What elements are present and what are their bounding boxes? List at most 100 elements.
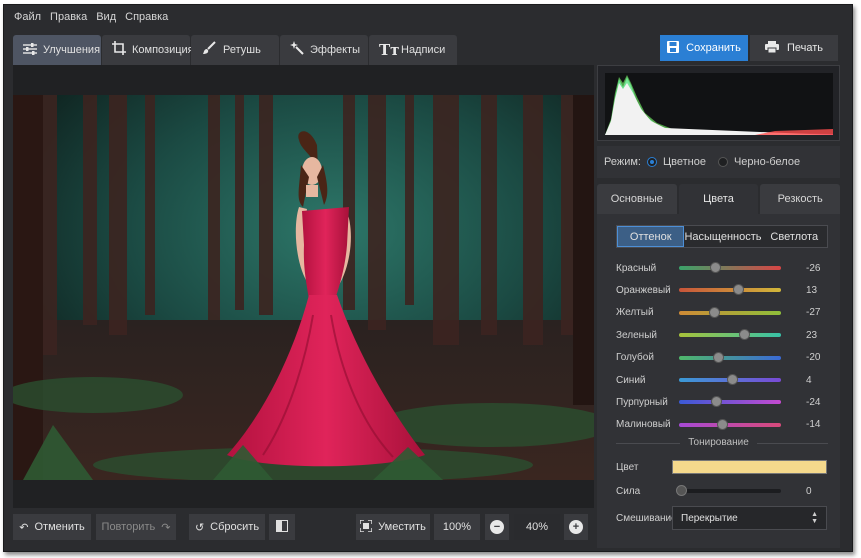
toning-color-swatch[interactable] bbox=[672, 460, 827, 474]
hue-slider-track[interactable] bbox=[679, 374, 781, 385]
blend-label: Смешивание bbox=[616, 512, 677, 524]
hue-slider-label: Пурпурный bbox=[616, 396, 668, 408]
tab-enhancements[interactable]: Улучшения bbox=[13, 35, 101, 65]
menu-edit[interactable]: Правка bbox=[50, 11, 87, 23]
text-icon: Tт bbox=[379, 41, 400, 59]
tab-colors[interactable]: Цвета bbox=[678, 184, 759, 214]
blend-value: Перекрытие bbox=[681, 512, 738, 524]
tab-sharpness[interactable]: Резкость bbox=[760, 184, 841, 214]
subtab-saturation[interactable]: Насыщенность bbox=[684, 226, 762, 247]
hue-slider-track[interactable] bbox=[679, 396, 781, 408]
hue-slider-track[interactable] bbox=[679, 284, 781, 296]
magic-wand-icon bbox=[290, 41, 304, 59]
hue-slider-track[interactable] bbox=[679, 329, 781, 341]
fit-button[interactable]: Уместить bbox=[356, 514, 430, 540]
hue-slider-value: -24 bbox=[806, 396, 821, 408]
hue-slider-knob[interactable] bbox=[709, 262, 721, 273]
tab-label: Надписи bbox=[401, 44, 446, 56]
print-button[interactable]: Печать bbox=[750, 35, 838, 61]
hue-slider-knob[interactable] bbox=[710, 396, 722, 408]
redo-icon: ↷ bbox=[161, 521, 171, 534]
subtab-lightness[interactable]: Светлота bbox=[761, 226, 827, 247]
hue-slider-label: Малиновый bbox=[616, 419, 671, 431]
subtab-hue[interactable]: Оттенок bbox=[617, 226, 685, 247]
radio-color[interactable] bbox=[646, 157, 657, 167]
bottom-toolbar: ↶ Отменить Повторить ↷ ↺ Сбросить Умести… bbox=[13, 511, 594, 545]
hue-slider-value: -27 bbox=[806, 307, 821, 319]
subtab-saturation-label: Насыщенность bbox=[684, 230, 762, 243]
toning-strength-value: 0 bbox=[806, 485, 812, 497]
toning-color-label: Цвет bbox=[616, 461, 639, 473]
radio-color-label[interactable]: Цветное bbox=[663, 156, 706, 168]
toning-title: Тонирование bbox=[597, 437, 840, 448]
tab-effects[interactable]: Эффекты bbox=[280, 35, 368, 65]
hue-slider-row: Зеленый 23 bbox=[616, 328, 828, 342]
hue-slider-row: Голубой -20 bbox=[616, 351, 828, 365]
radio-bw-label[interactable]: Черно-белое bbox=[734, 156, 800, 168]
hue-slider-value: -14 bbox=[806, 419, 821, 431]
hue-slider-row: Красный -26 bbox=[616, 261, 828, 275]
photo-image[interactable] bbox=[13, 95, 594, 480]
toning-strength-knob[interactable] bbox=[676, 485, 687, 496]
crop-icon bbox=[112, 41, 126, 59]
tab-sharpness-label: Резкость bbox=[777, 193, 823, 205]
hue-slider-value: 4 bbox=[806, 374, 812, 386]
hue-slider-knob[interactable] bbox=[739, 329, 751, 341]
tab-label: Эффекты bbox=[310, 44, 361, 56]
undo-button[interactable]: ↶ Отменить bbox=[13, 514, 91, 540]
adjustments-panel: Режим: Цветное Черно-белое Основные Цвет… bbox=[597, 65, 841, 548]
zoom-in-button[interactable]: + bbox=[564, 514, 588, 540]
hue-slider-row: Пурпурный -24 bbox=[616, 395, 828, 409]
hue-slider-label: Оранжевый bbox=[616, 284, 671, 296]
reset-button[interactable]: ↺ Сбросить bbox=[189, 514, 265, 540]
menu-help[interactable]: Справка bbox=[125, 11, 168, 23]
mode-label: Режим: bbox=[604, 156, 641, 168]
mode-selector: Режим: Цветное Черно-белое bbox=[597, 146, 840, 178]
tab-basic[interactable]: Основные bbox=[597, 184, 677, 214]
redo-button[interactable]: Повторить ↷ bbox=[96, 514, 176, 540]
zoom-100-button[interactable]: 100% bbox=[434, 514, 480, 540]
reset-label: Сбросить bbox=[210, 521, 260, 533]
hue-slider-knob[interactable] bbox=[733, 284, 745, 296]
undo-icon: ↶ bbox=[19, 521, 29, 534]
hue-slider-knob[interactable] bbox=[712, 351, 724, 363]
hue-slider-value: 13 bbox=[806, 284, 818, 296]
subtab-lightness-label: Светлота bbox=[770, 230, 819, 243]
fit-screen-icon bbox=[359, 518, 373, 535]
hue-slider-track[interactable] bbox=[679, 306, 781, 318]
save-button[interactable]: Сохранить bbox=[660, 35, 748, 61]
reset-icon: ↺ bbox=[194, 521, 205, 534]
toning-strength-row: Сила 0 bbox=[616, 484, 828, 498]
menu-view[interactable]: Вид bbox=[96, 11, 116, 23]
compare-button[interactable] bbox=[269, 514, 295, 540]
zoom-out-button[interactable]: − bbox=[485, 514, 509, 540]
tool-tabs: Улучшения Композиция Ретушь Эффекты Tт Н… bbox=[13, 35, 457, 65]
hue-slider-knob[interactable] bbox=[727, 374, 739, 385]
hue-slider-track[interactable] bbox=[679, 351, 781, 363]
radio-bw[interactable] bbox=[717, 157, 728, 167]
zoom-level[interactable]: 40% bbox=[514, 514, 560, 540]
hue-slider-track[interactable] bbox=[679, 418, 781, 430]
forest-photo bbox=[13, 95, 594, 480]
photo-canvas[interactable] bbox=[13, 65, 594, 508]
tab-basic-label: Основные bbox=[610, 193, 663, 205]
tab-retouch[interactable]: Ретушь bbox=[191, 35, 279, 65]
hue-slider-knob[interactable] bbox=[716, 418, 728, 430]
tab-label: Композиция bbox=[132, 44, 194, 56]
brush-icon bbox=[201, 41, 217, 59]
histogram-graph bbox=[605, 73, 833, 135]
hue-slider-label: Голубой bbox=[616, 352, 654, 364]
tab-composition[interactable]: Композиция bbox=[102, 35, 194, 65]
menu-file[interactable]: Файл bbox=[14, 11, 41, 23]
plus-icon: + bbox=[569, 520, 583, 534]
toning-strength-slider[interactable] bbox=[676, 485, 781, 496]
toning-strength-label: Сила bbox=[616, 485, 641, 497]
hue-slider-track[interactable] bbox=[679, 262, 781, 273]
hue-slider-label: Зеленый bbox=[616, 329, 657, 341]
app-window: Файл Правка Вид Справка Улучшения Композ… bbox=[3, 4, 853, 552]
toning-color-row: Цвет bbox=[616, 459, 828, 475]
tab-captions[interactable]: Tт Надписи bbox=[369, 35, 457, 65]
color-subtabs: Оттенок Насыщенность Светлота bbox=[616, 225, 828, 248]
blend-select[interactable]: Перекрытие ▲ ▼ bbox=[672, 506, 827, 530]
hue-slider-knob[interactable] bbox=[708, 306, 720, 318]
